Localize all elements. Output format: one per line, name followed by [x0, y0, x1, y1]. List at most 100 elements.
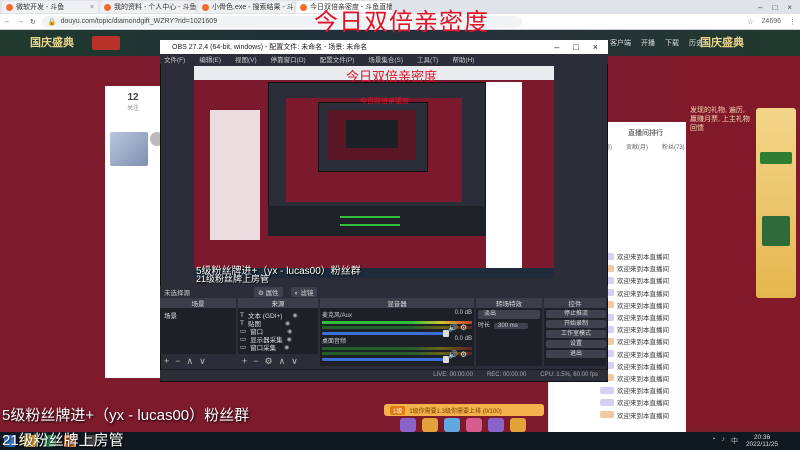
duration-input[interactable]: 300 ms [494, 323, 528, 329]
menu-scene-collection[interactable]: 场景集合(S) [368, 54, 403, 64]
speaker-icon[interactable]: 🔊 [448, 350, 458, 359]
browser-tab[interactable]: 小骨色.exe - 搜索结果 - 斗鱼直播× [198, 1, 294, 13]
volume-slider[interactable] [322, 356, 449, 363]
promo-card[interactable]: 5000 [756, 108, 796, 298]
menu-profile[interactable]: 配置文件(P) [320, 54, 355, 64]
maximize-icon[interactable]: □ [772, 3, 777, 12]
clock-date: 2022/11/25 [745, 441, 778, 448]
maximize-icon[interactable]: □ [573, 42, 578, 52]
minimize-icon[interactable]: – [554, 42, 559, 52]
gift-icon[interactable] [466, 418, 482, 432]
preview-left-panel [210, 110, 260, 240]
site-favicon-icon [104, 3, 111, 11]
gift-icon[interactable] [400, 418, 416, 432]
channel-name: 桌面音频 [322, 339, 347, 345]
scene-item[interactable]: 场景 [164, 310, 177, 320]
fan-level-bar[interactable]: 1级 1级你需要1.3级你需要上排 (0/100) [384, 404, 544, 416]
move-up-icon[interactable]: ∧ [187, 356, 194, 367]
menu-docks[interactable]: 停靠窗口(D) [271, 54, 306, 64]
gift-icon[interactable] [444, 418, 460, 432]
address-bar-tools: ☆ 24696 ⋮ [747, 18, 796, 26]
nav-item[interactable]: 下载 [665, 38, 679, 48]
close-window-icon[interactable]: × [787, 3, 792, 12]
banner-right: 国庆盛典 [700, 37, 744, 49]
reload-icon[interactable]: ↻ [30, 18, 36, 26]
move-up-icon[interactable]: ∧ [279, 356, 286, 367]
forward-icon[interactable]: → [17, 18, 24, 25]
back-icon[interactable]: ← [4, 18, 11, 25]
gift-icon[interactable] [488, 418, 504, 432]
close-window-icon[interactable]: × [593, 42, 598, 52]
chat-message: 欢迎来到本直播间 [600, 384, 686, 396]
tab-ranking-month[interactable]: 贡献(月) [626, 142, 648, 151]
filters-button[interactable]: ◐ 滤镜 [290, 287, 318, 297]
overlay-subtitle-1: 5级粉丝牌进+（yx - lucas00）粉丝群 [2, 407, 250, 424]
studio-mode-button[interactable]: 工作室模式 [546, 330, 606, 338]
exit-button[interactable]: 退出 [546, 350, 606, 358]
clock[interactable]: 20:36 2022/11/25 [746, 434, 800, 448]
gear-icon[interactable]: ⚙ [460, 323, 467, 332]
obs-menu-bar: 文件(F) 编辑(E) 视图(V) 停靠窗口(D) 配置文件(P) 场景集合(S… [160, 54, 608, 64]
menu-edit[interactable]: 编辑(E) [199, 54, 221, 64]
menu-tools[interactable]: 工具(T) [417, 54, 438, 64]
gift-icon[interactable] [422, 418, 438, 432]
gear-icon[interactable]: ⚙ [265, 356, 273, 367]
settings-button[interactable]: 设置 [546, 340, 606, 348]
speaker-icon[interactable]: 🔊 [448, 323, 458, 332]
close-tab-icon[interactable]: × [90, 4, 94, 11]
stop-streaming-button[interactable]: 停止推流 [546, 310, 606, 318]
nav-item[interactable]: 开播 [641, 38, 655, 48]
preview-meter [340, 216, 400, 218]
menu-icon[interactable]: ⋮ [789, 18, 796, 26]
nav-item[interactable]: 客户端 [610, 38, 631, 48]
transition-select[interactable]: 淡出 [478, 310, 540, 319]
remove-scene-icon[interactable]: − [175, 356, 180, 366]
fan-badge-icon [600, 411, 614, 419]
menu-help[interactable]: 帮助(H) [452, 54, 474, 64]
gift-bar [400, 418, 526, 432]
gift-icon[interactable] [510, 418, 526, 432]
volume-icon[interactable]: ♪ [721, 436, 725, 446]
add-scene-icon[interactable]: + [164, 356, 169, 366]
minimize-icon[interactable]: – [758, 3, 762, 12]
window-controls: – □ × [758, 3, 800, 12]
visibility-icon[interactable]: ◉ [292, 312, 297, 319]
ime-icon[interactable]: 中 [731, 436, 738, 446]
streamer-avatar[interactable] [110, 132, 148, 166]
overlay-subtitle-2: 21级粉丝牌上房管 [2, 432, 124, 449]
move-down-icon[interactable]: ∨ [291, 356, 298, 367]
site-favicon-icon [300, 3, 307, 11]
browser-tab[interactable]: 微软开发 - 斗鱼 × [2, 1, 98, 13]
chat-message: 欢迎来到本直播间 [600, 335, 686, 347]
tab-label: 微软开发 - 斗鱼 [16, 4, 65, 11]
promo-claim-button[interactable] [760, 152, 792, 164]
menu-file[interactable]: 文件(F) [164, 54, 185, 64]
preview-title: 今日双倍亲密度 [346, 70, 438, 85]
site-logo[interactable] [92, 36, 120, 50]
add-source-icon[interactable]: + [242, 356, 247, 366]
no-source-label: 未选择源 [164, 290, 190, 297]
cpu-fps: CPU: 1.5%, 60.00 fps [540, 372, 598, 378]
ranking-title: 直播间排行 [628, 130, 663, 137]
move-down-icon[interactable]: ∨ [199, 356, 206, 367]
properties-button[interactable]: ⚙ 属性 [254, 287, 283, 297]
gear-icon[interactable]: ⚙ [460, 350, 467, 359]
tab-fans[interactable]: 粉丝(73) [662, 142, 685, 151]
chat-message: 欢迎来到本直播间 [600, 287, 686, 299]
chat-message: 欢迎来到本直播间 [600, 360, 686, 372]
controls-dock-title: 控件 [544, 298, 606, 308]
source-item[interactable]: ▭ 窗口采集 ◉ [240, 342, 289, 352]
visibility-icon[interactable]: ◉ [284, 344, 289, 351]
browser-tab[interactable]: 我的资料 - 个人中心 - 斗鱼× [100, 1, 196, 13]
volume-slider[interactable] [322, 330, 449, 337]
menu-view[interactable]: 视图(V) [235, 54, 257, 64]
star-icon[interactable]: ☆ [747, 18, 753, 26]
network-icon[interactable]: ◔ [711, 436, 715, 446]
tab-label: 小骨色.exe - 搜索结果 - 斗鱼直播 [212, 4, 294, 11]
chat-message: 欢迎来到本直播间 [600, 348, 686, 360]
preview-mixer [268, 206, 486, 236]
chat-message: 欢迎来到本直播间 [600, 250, 686, 262]
remove-source-icon[interactable]: − [253, 356, 258, 366]
start-recording-button[interactable]: 开始录制 [546, 320, 606, 328]
scenes-dock-title: 场景 [160, 298, 236, 308]
